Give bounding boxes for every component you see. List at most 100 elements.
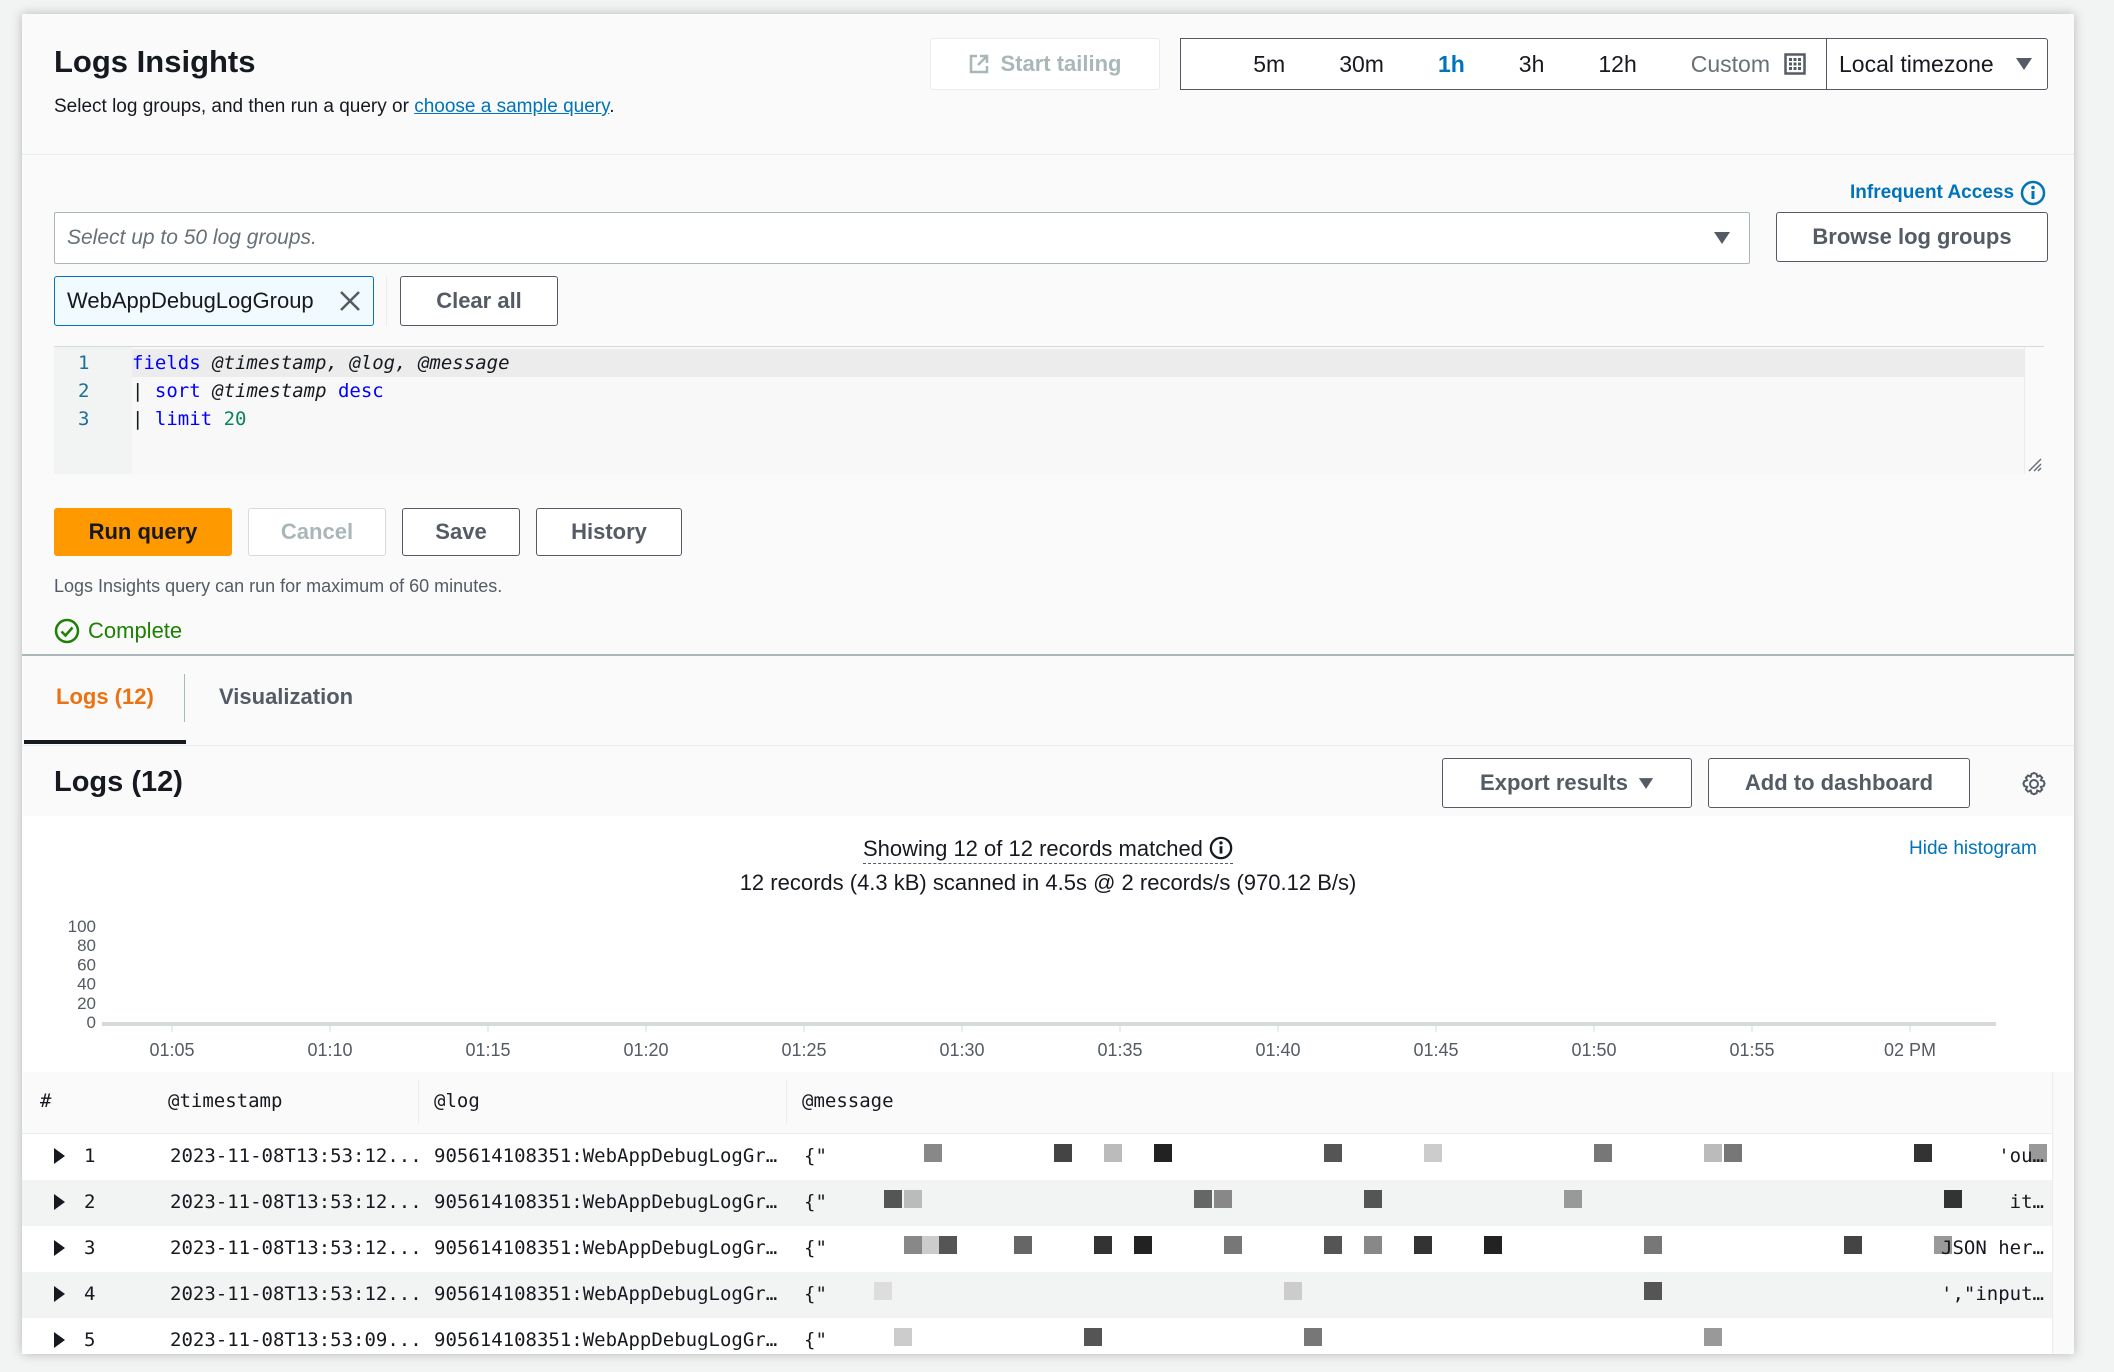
cancel-label: Cancel (280, 519, 354, 544)
expand-row-icon[interactable] (54, 1194, 65, 1210)
redacted-text-block (924, 1144, 942, 1162)
row-timestamp: 2023-11-08T13:53:12.... (170, 1145, 420, 1167)
expand-row-icon[interactable] (54, 1240, 65, 1256)
redacted-text-block (1844, 1236, 1862, 1254)
add-to-dashboard-label: Add to dashboard (1744, 770, 1934, 795)
log-group-select[interactable]: Select up to 50 log groups. (54, 212, 1750, 264)
redacted-text-block (1704, 1144, 1722, 1162)
redacted-text-block (1134, 1236, 1152, 1254)
pipe: | (132, 380, 144, 402)
tab-visualization[interactable]: Visualization (219, 684, 353, 710)
column-header-log[interactable]: @log (434, 1090, 480, 1112)
log-group-placeholder: Select up to 50 log groups. (67, 226, 317, 249)
hide-histogram-link[interactable]: Hide histogram (1909, 838, 2037, 860)
range-3h[interactable]: 3h (1519, 51, 1545, 78)
redacted-text-block (1704, 1328, 1722, 1346)
tab-logs[interactable]: Logs (12) (56, 684, 154, 710)
code-line-3: | limit 20 (132, 405, 246, 433)
query-editor[interactable]: 1 2 3 fields @timestamp, @log, @message … (54, 346, 2044, 474)
caret-down-icon (1638, 777, 1654, 789)
row-log: 905614108351:WebAppDebugLogGr… (434, 1145, 778, 1167)
table-row[interactable]: 1 2023-11-08T13:53:12.... 905614108351:Web… (22, 1134, 2074, 1180)
export-results-button[interactable]: Export results (1442, 758, 1692, 808)
run-query-button[interactable]: Run query (54, 508, 232, 556)
tab-divider (184, 674, 185, 722)
x-tick-label: 01:40 (1255, 1040, 1300, 1060)
history-button[interactable]: History (536, 508, 682, 556)
row-message-start: {" (804, 1191, 827, 1213)
x-tick-label: 01:20 (623, 1040, 668, 1060)
save-button[interactable]: Save (402, 508, 520, 556)
table-row[interactable]: 5 2023-11-08T13:53:09.... 905614108351:Web… (22, 1318, 2074, 1354)
column-resizer[interactable] (418, 1080, 419, 1124)
start-tailing-button[interactable]: Start tailing (930, 38, 1160, 90)
settings-gear-icon[interactable] (2020, 770, 2048, 798)
row-log: 905614108351:WebAppDebugLogGr… (434, 1329, 778, 1351)
editor-gutter (54, 347, 132, 474)
pipe: | (132, 408, 144, 430)
keyword-fields: fields (132, 352, 201, 374)
row-timestamp: 2023-11-08T13:53:09.... (170, 1329, 420, 1351)
records-matched-text[interactable]: Showing 12 of 12 records matched (862, 836, 1234, 864)
clear-all-button[interactable]: Clear all (400, 276, 558, 326)
range-custom[interactable]: Custom (1691, 51, 1806, 78)
keyword-sort: sort (154, 380, 201, 402)
range-5m[interactable]: 5m (1253, 51, 1285, 78)
table-row[interactable]: 4 2023-11-08T13:53:12.... 905614108351:Web… (22, 1272, 2074, 1318)
query-timeout-note: Logs Insights query can run for maximum … (54, 576, 503, 596)
results-title: Logs (12) (54, 766, 183, 798)
range-30m[interactable]: 30m (1339, 51, 1384, 78)
page-subtitle: Select log groups, and then run a query … (54, 96, 615, 118)
column-header-message[interactable]: @message (802, 1090, 894, 1112)
run-query-label: Run query (88, 519, 198, 544)
status-label: Complete (88, 618, 183, 643)
redacted-text-block (1644, 1236, 1662, 1254)
save-label: Save (435, 519, 487, 544)
table-row[interactable]: 2 2023-11-08T13:53:12.... 905614108351:Web… (22, 1180, 2074, 1226)
info-icon[interactable] (1209, 836, 1233, 860)
redacted-text-block (1364, 1236, 1382, 1254)
row-log: 905614108351:WebAppDebugLogGr… (434, 1237, 778, 1259)
column-header-timestamp[interactable]: @timestamp (168, 1090, 282, 1112)
redacted-text-block (894, 1328, 912, 1346)
close-icon[interactable] (339, 290, 361, 312)
x-tick-label: 01:30 (939, 1040, 984, 1060)
expand-row-icon[interactable] (54, 1286, 65, 1302)
sample-query-link[interactable]: choose a sample query (414, 96, 609, 117)
row-message-end: it… (2009, 1191, 2044, 1213)
histogram-chart: 020406080100 01:05 01:10 01:15 01:20 01:25 01:… (68, 917, 1996, 1060)
limit-value: 20 (223, 408, 247, 430)
redacted-text-block (1284, 1282, 1302, 1300)
x-tick-label: 01:05 (149, 1040, 194, 1060)
range-1h[interactable]: 1h (1438, 51, 1465, 78)
row-timestamp: 2023-11-08T13:53:12.... (170, 1191, 420, 1213)
redacted-text-block (1194, 1190, 1212, 1208)
row-message-end: JSON her… (1941, 1237, 2044, 1259)
redacted-text-block (1054, 1144, 1072, 1162)
x-tick-label: 01:55 (1729, 1040, 1774, 1060)
time-range-selector: 5m 30m 1h 3h 12h Custom (1180, 38, 1826, 90)
redacted-text-block (1484, 1236, 1502, 1254)
y-tick-label: 20 (77, 994, 96, 1013)
table-row[interactable]: 3 2023-11-08T13:53:12.... 905614108351:Web… (22, 1226, 2074, 1272)
expand-row-icon[interactable] (54, 1332, 65, 1348)
browse-log-groups-button[interactable]: Browse log groups (1776, 212, 2048, 262)
expand-row-icon[interactable] (54, 1148, 65, 1164)
info-icon[interactable] (2020, 180, 2046, 206)
editor-scrollbar[interactable] (2024, 347, 2044, 474)
infrequent-access-link[interactable]: Infrequent Access (1850, 180, 2046, 206)
external-link-icon (970, 54, 989, 74)
x-tick-label: 01:50 (1571, 1040, 1616, 1060)
resize-handle-icon[interactable] (2026, 456, 2042, 472)
redacted-text-block (1014, 1236, 1032, 1254)
range-12h[interactable]: 12h (1598, 51, 1636, 78)
browse-log-groups-label: Browse log groups (1812, 224, 2012, 249)
redacted-text-block (1594, 1144, 1612, 1162)
cancel-button[interactable]: Cancel (248, 508, 386, 556)
row-message-start: {" (804, 1329, 827, 1351)
timezone-select[interactable]: Local timezone (1826, 38, 2048, 90)
column-resizer[interactable] (786, 1080, 787, 1124)
row-index: 1 (84, 1145, 96, 1167)
add-to-dashboard-button[interactable]: Add to dashboard (1708, 758, 1970, 808)
table-scrollbar[interactable] (2052, 1072, 2074, 1354)
